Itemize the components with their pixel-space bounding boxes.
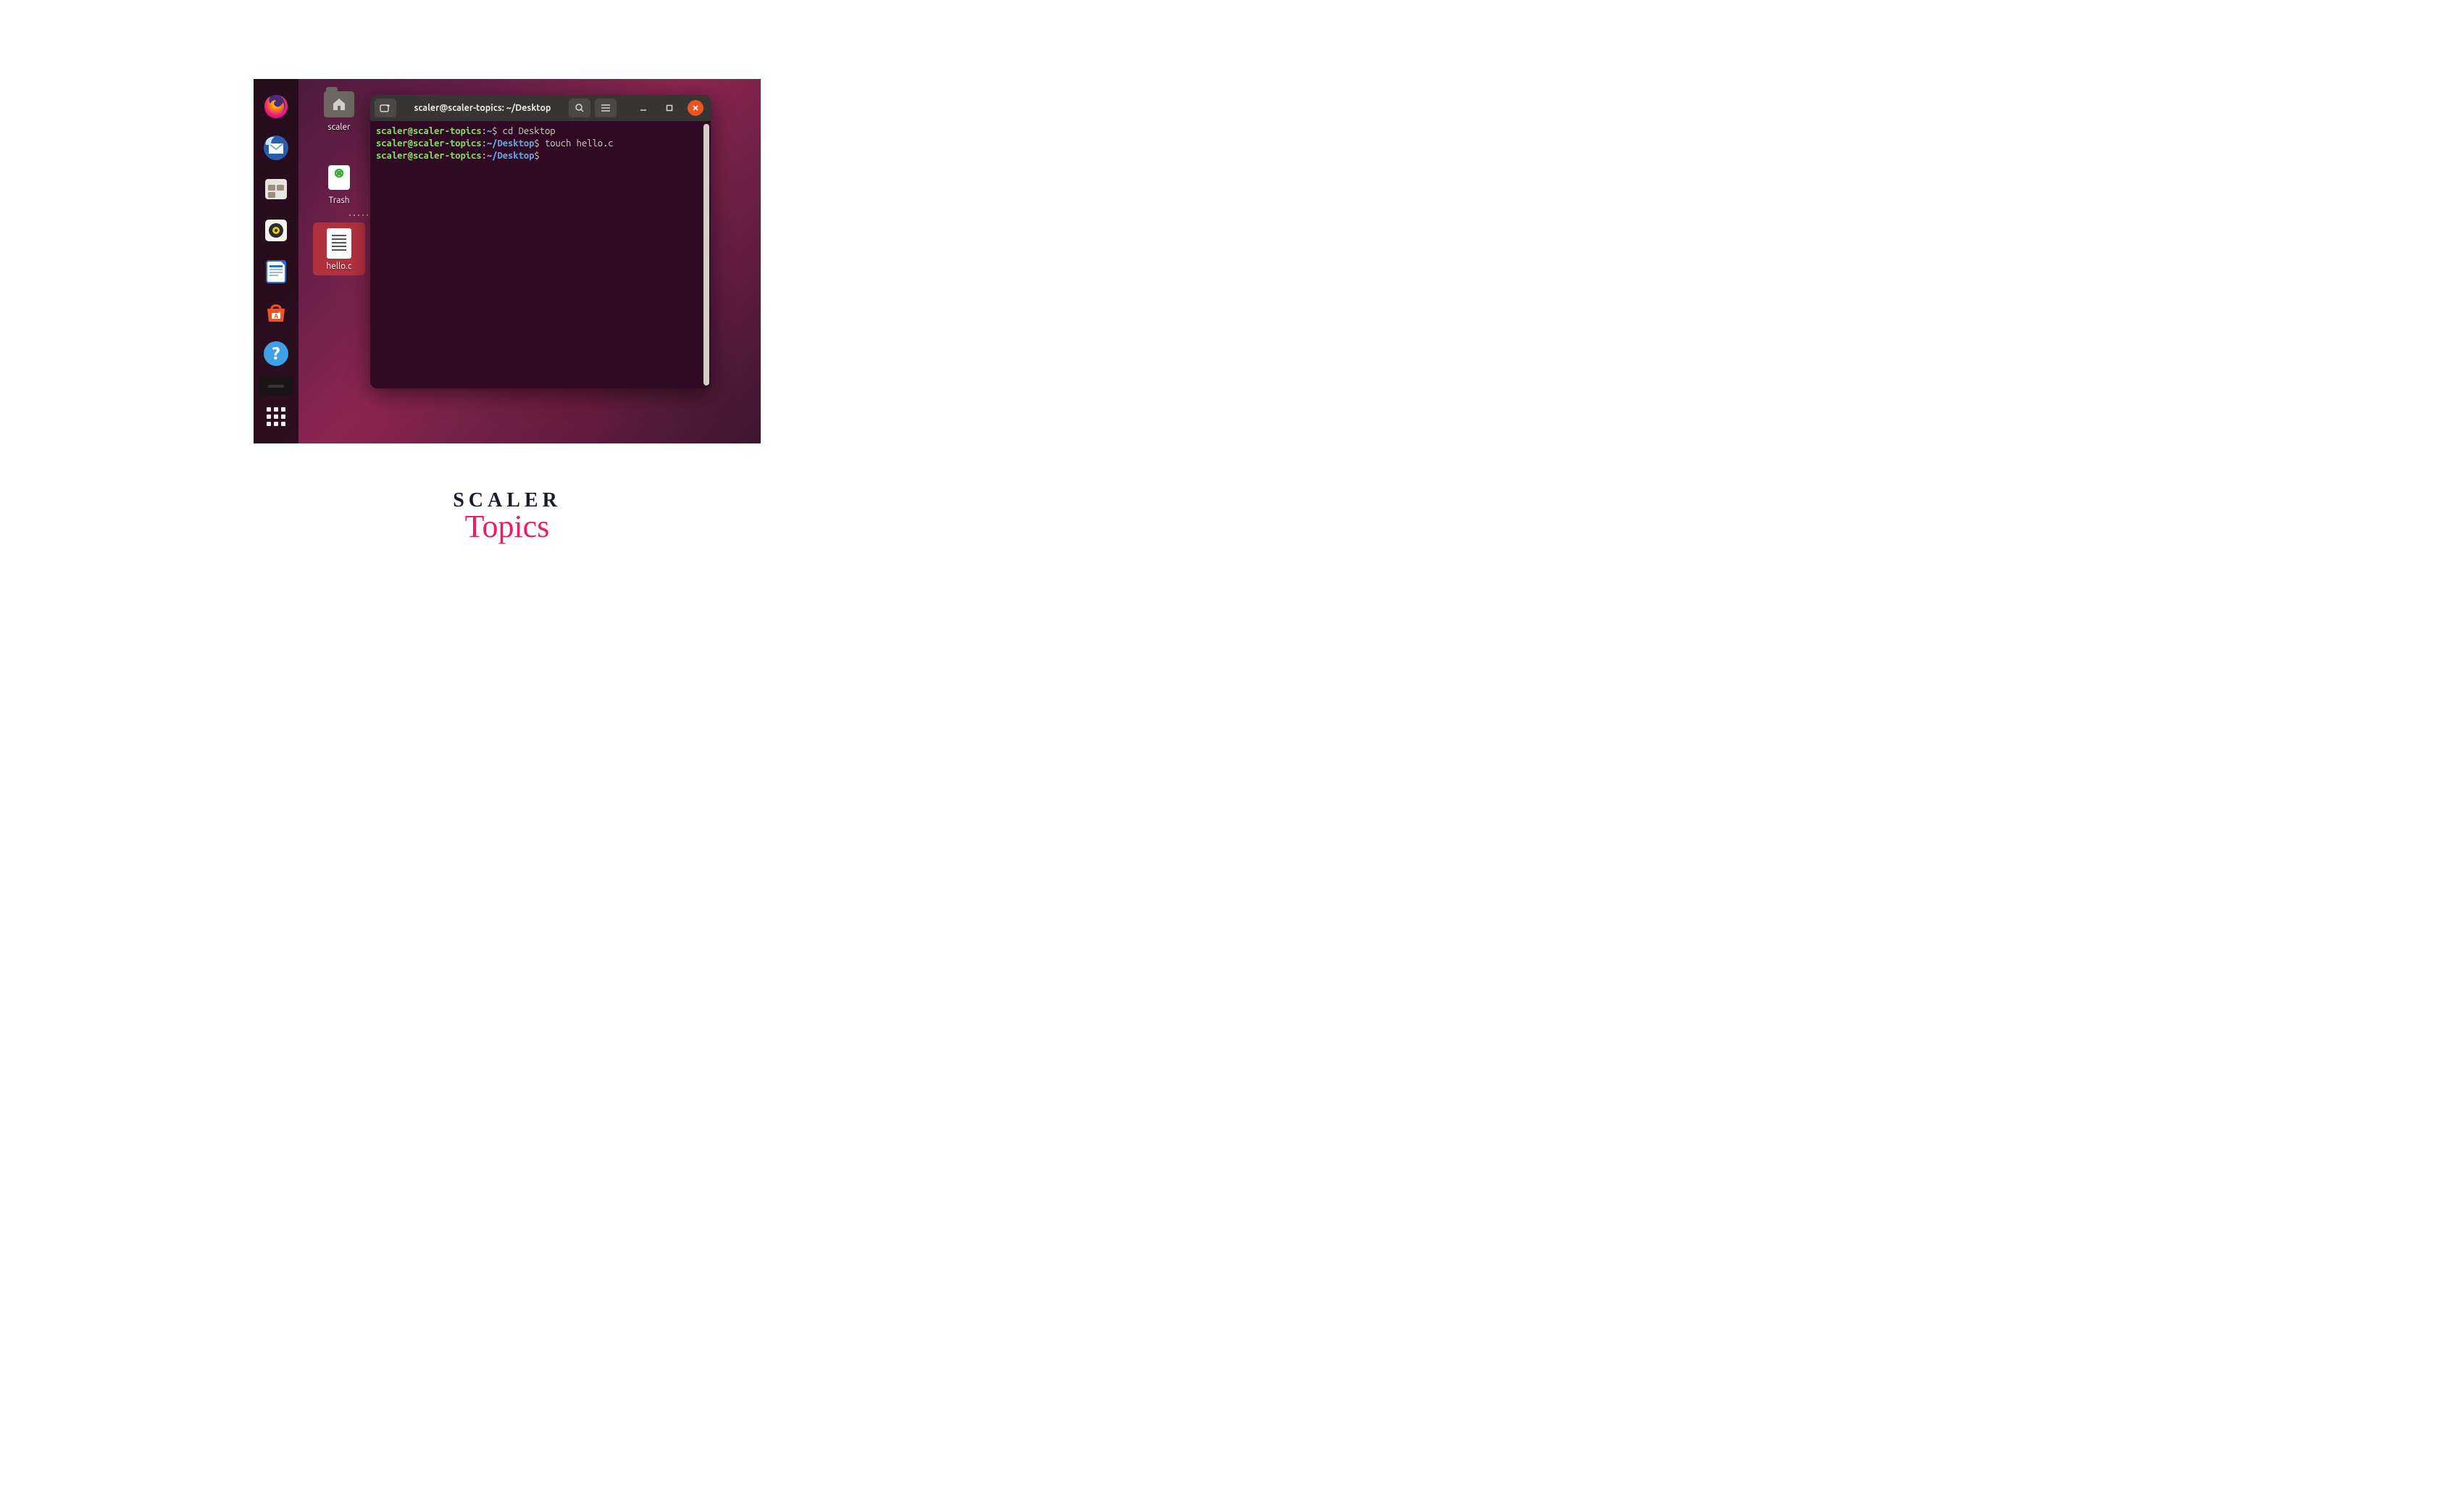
close-icon	[692, 104, 699, 112]
terminal-window: scaler@scaler-topics: ~/Desktop	[370, 95, 711, 388]
terminal-body[interactable]: scaler@scaler-topics:~$ cd Desktop scale…	[370, 121, 711, 388]
desktop-icon-hello-c[interactable]: hello.c	[313, 222, 365, 275]
dock-thunderbird[interactable]	[259, 132, 293, 164]
maximize-button[interactable]	[661, 100, 677, 116]
new-tab-icon	[380, 103, 391, 113]
show-applications-button[interactable]	[259, 400, 293, 433]
thunderbird-icon	[262, 133, 291, 162]
desktop-icon-label: scaler	[327, 122, 350, 132]
ubuntu-screenshot: A ?	[254, 79, 761, 443]
svg-text:A: A	[274, 313, 278, 320]
files-icon	[262, 175, 291, 204]
apps-grid-icon	[267, 407, 285, 426]
logo-text-topics: Topics	[465, 508, 550, 545]
terminal-line: scaler@scaler-topics:~$ cd Desktop	[376, 125, 705, 138]
scaler-logo: SCALER Topics	[0, 489, 1014, 545]
ubuntu-desktop: A ?	[254, 79, 761, 443]
hamburger-icon	[601, 104, 611, 112]
minimize-icon	[640, 104, 647, 112]
desktop-icon-trash[interactable]: Trash	[313, 157, 365, 209]
terminal-line: scaler@scaler-topics:~/Desktop$ touch he…	[376, 138, 705, 150]
dock-ubuntu-software[interactable]: A	[259, 296, 293, 329]
desktop-icons-area: scaler Trash	[298, 79, 380, 281]
dock-help[interactable]: ?	[259, 338, 293, 370]
home-folder-icon	[324, 91, 354, 117]
dock-rhythmbox[interactable]	[259, 214, 293, 247]
terminal-scrollbar[interactable]	[703, 124, 709, 385]
search-button[interactable]	[569, 99, 590, 117]
dock-firefox[interactable]	[259, 91, 293, 123]
dock-running-indicator[interactable]	[259, 376, 293, 396]
text-file-icon	[327, 228, 351, 259]
desktop-icon-home[interactable]: scaler	[313, 83, 365, 136]
search-icon	[575, 103, 585, 113]
trash-icon	[328, 165, 350, 190]
close-button[interactable]	[688, 100, 703, 116]
dock-files[interactable]	[259, 173, 293, 206]
help-icon: ?	[262, 339, 291, 368]
dock: A ?	[254, 79, 298, 443]
software-icon: A	[262, 299, 291, 328]
maximize-icon	[666, 104, 673, 112]
terminal-titlebar[interactable]: scaler@scaler-topics: ~/Desktop	[370, 95, 711, 121]
speaker-icon	[262, 216, 291, 245]
svg-text:?: ?	[272, 343, 280, 363]
firefox-icon	[262, 92, 291, 121]
new-tab-button[interactable]	[375, 99, 396, 117]
minimize-button[interactable]	[635, 100, 651, 116]
terminal-title: scaler@scaler-topics: ~/Desktop	[401, 103, 564, 113]
menu-button[interactable]	[595, 99, 617, 117]
desktop-icon-label: Trash	[328, 196, 349, 205]
desktop-icon-label: hello.c	[326, 262, 351, 271]
dock-libreoffice-writer[interactable]	[259, 255, 293, 288]
writer-icon	[262, 257, 291, 286]
terminal-line: scaler@scaler-topics:~/Desktop$	[376, 150, 705, 162]
